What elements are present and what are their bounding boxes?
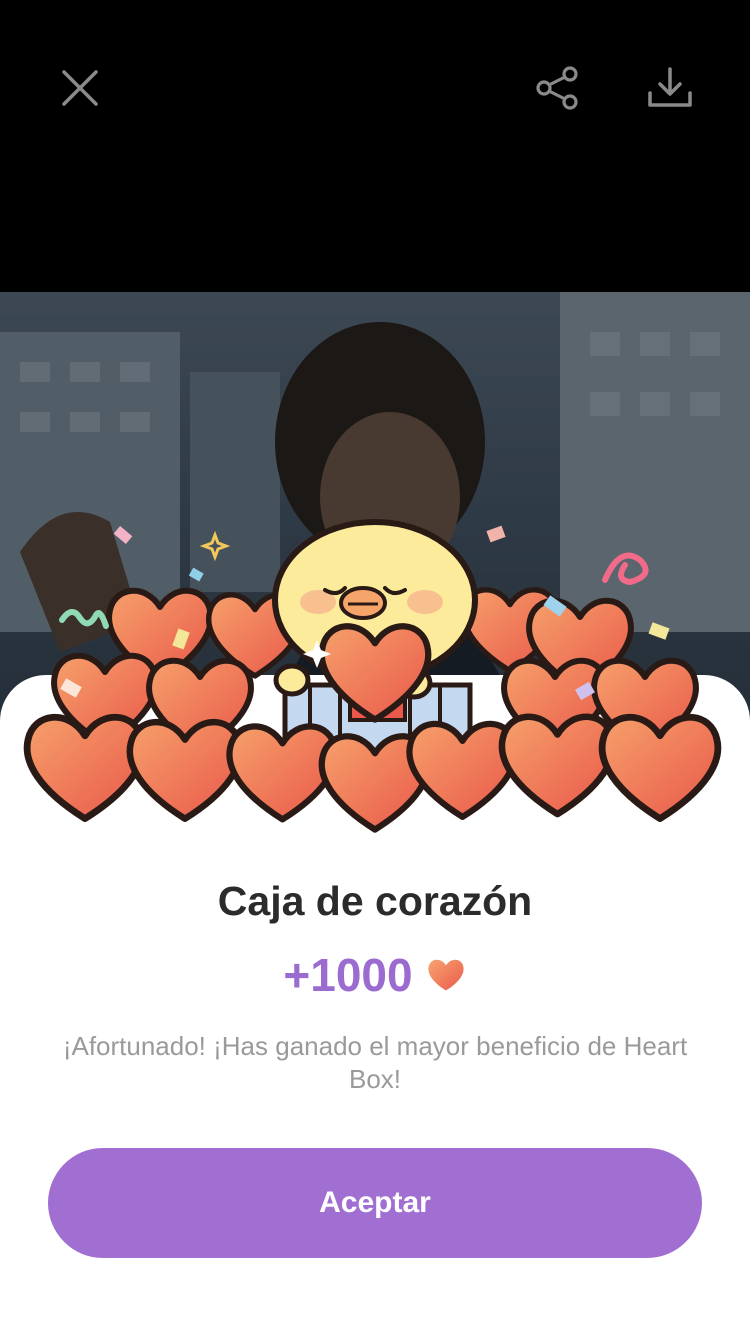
accept-button[interactable]: Aceptar bbox=[48, 1148, 702, 1258]
reward-amount: +1000 bbox=[283, 949, 413, 1001]
dialog-title: Caja de corazón bbox=[217, 878, 533, 924]
heart-icon bbox=[428, 959, 464, 991]
reward-amount-row: +1000 bbox=[0, 948, 750, 1002]
top-bar bbox=[0, 0, 750, 292]
share-icon bbox=[536, 66, 578, 110]
download-button[interactable] bbox=[640, 58, 700, 118]
share-button[interactable] bbox=[528, 58, 588, 118]
heart-box-illustration bbox=[0, 519, 750, 850]
download-icon bbox=[648, 67, 692, 107]
reward-description: ¡Afortunado! ¡Has ganado el mayor benefi… bbox=[62, 1031, 688, 1094]
close-button[interactable] bbox=[50, 58, 110, 118]
close-icon bbox=[62, 70, 98, 106]
